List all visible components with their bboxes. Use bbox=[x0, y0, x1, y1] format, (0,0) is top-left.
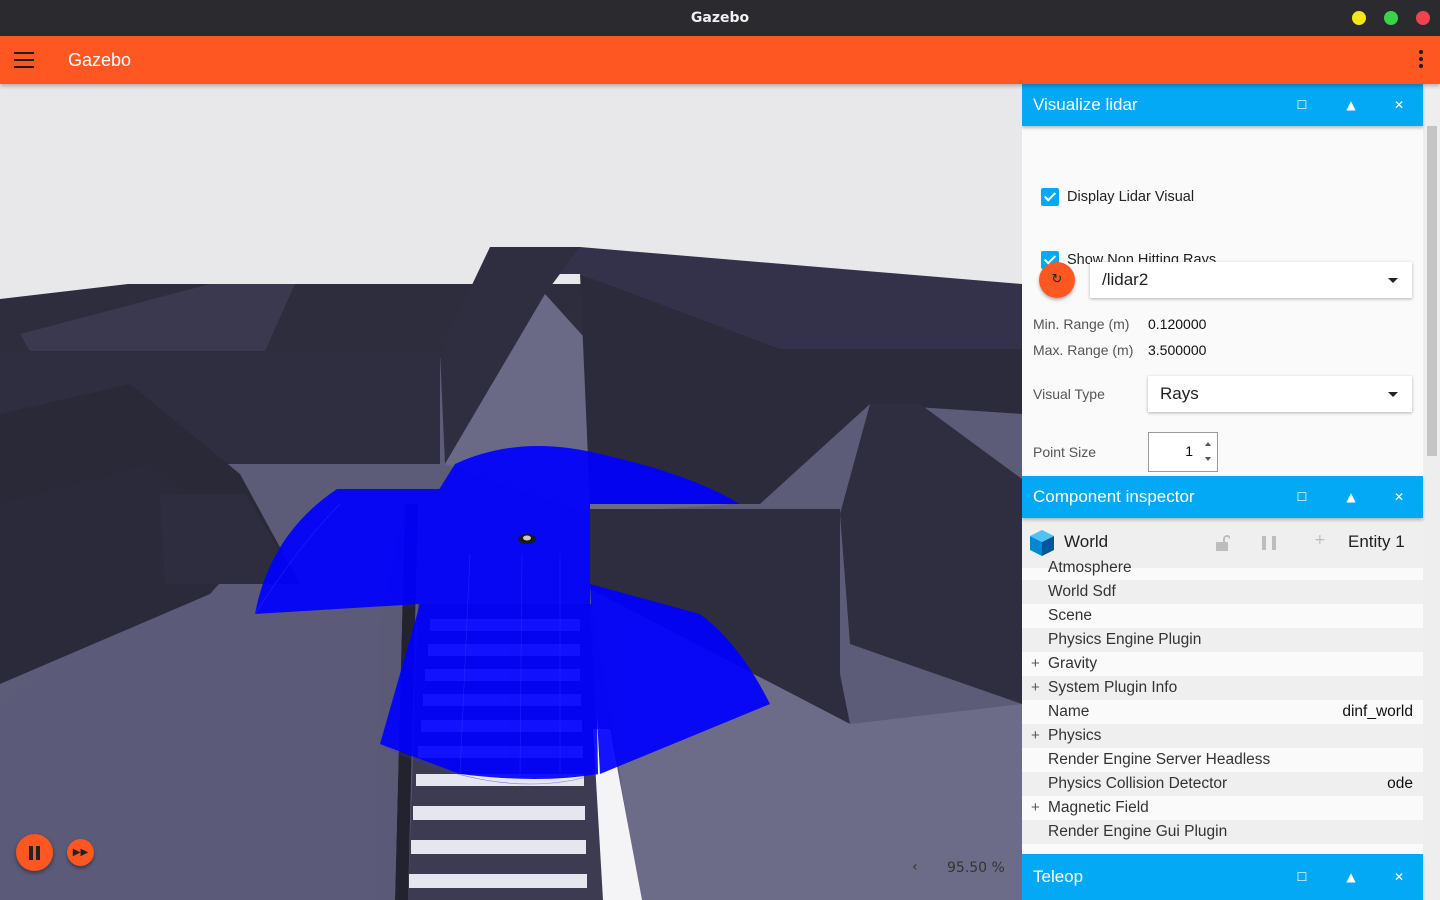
chevron-down-icon bbox=[1388, 278, 1398, 283]
maximize-icon[interactable]: ☐ bbox=[1294, 489, 1310, 505]
component-row[interactable]: Physics Engine Plugin bbox=[1022, 628, 1423, 652]
more-options-icon[interactable] bbox=[1418, 50, 1424, 70]
component-row[interactable]: Name dinf_world bbox=[1022, 700, 1423, 724]
scene-render[interactable] bbox=[0, 84, 1022, 900]
max-range-label: Max. Range (m) bbox=[1033, 342, 1134, 358]
component-inspector-title: Component inspector bbox=[1033, 487, 1195, 506]
component-name: Physics Collision Detector bbox=[1048, 775, 1228, 792]
rtf-collapse-arrow[interactable]: ‹ bbox=[912, 859, 918, 875]
close-window-button[interactable] bbox=[1416, 11, 1430, 25]
visual-type-value: Rays bbox=[1160, 384, 1199, 403]
visualize-lidar-header: Visualize lidar ☐ ▲ ✕ bbox=[1022, 84, 1423, 126]
component-row[interactable]: Atmosphere bbox=[1022, 556, 1423, 580]
component-name: Physics bbox=[1048, 727, 1102, 744]
component-name: Atmosphere bbox=[1048, 559, 1132, 576]
hamburger-menu-icon[interactable] bbox=[14, 52, 34, 68]
component-row[interactable]: Scene bbox=[1022, 604, 1423, 628]
world-label: World bbox=[1064, 532, 1109, 551]
component-name: World Sdf bbox=[1048, 583, 1116, 600]
minimize-button[interactable] bbox=[1352, 11, 1366, 25]
spin-down-icon[interactable] bbox=[1205, 457, 1211, 461]
app-title: Gazebo bbox=[68, 50, 132, 70]
component-value: ode bbox=[1387, 775, 1413, 792]
teleop-header: Teleop ☐ ▲ ✕ bbox=[1022, 854, 1423, 900]
component-name: Name bbox=[1048, 703, 1090, 720]
unlock-icon[interactable] bbox=[1214, 534, 1230, 552]
lidar-topic-dropdown[interactable]: /lidar2 bbox=[1090, 262, 1412, 298]
window-title: Gazebo bbox=[690, 10, 750, 26]
component-row[interactable]: + Gravity bbox=[1022, 652, 1423, 676]
component-row[interactable]: Physics Collision Detector ode bbox=[1022, 772, 1423, 796]
refresh-topics-button[interactable]: ↻ bbox=[1039, 262, 1075, 298]
component-row[interactable]: + Magnetic Field bbox=[1022, 796, 1423, 820]
checkbox-checked[interactable] bbox=[1041, 188, 1059, 206]
component-row[interactable]: + System Plugin Info bbox=[1022, 676, 1423, 700]
scrollbar-thumb[interactable] bbox=[1427, 126, 1437, 456]
collapse-icon[interactable]: ▲ bbox=[1343, 97, 1359, 113]
close-icon[interactable]: ✕ bbox=[1391, 97, 1407, 113]
visual-type-label: Visual Type bbox=[1033, 386, 1105, 402]
min-range-value: 0.120000 bbox=[1148, 316, 1207, 332]
component-name: Render Engine Server Headless bbox=[1048, 751, 1271, 768]
maximize-button[interactable] bbox=[1384, 11, 1398, 25]
close-icon[interactable]: ✕ bbox=[1391, 869, 1407, 885]
component-name: Render Engine Gui Plugin bbox=[1048, 823, 1228, 840]
right-dock-panel: Visualize lidar ☐ ▲ ✕ Display Lidar Visu… bbox=[1022, 84, 1440, 900]
expand-icon[interactable]: + bbox=[1031, 796, 1040, 820]
visual-type-dropdown[interactable]: Rays bbox=[1148, 376, 1412, 412]
component-row[interactable]: + Physics bbox=[1022, 724, 1423, 748]
component-name: Gravity bbox=[1048, 655, 1098, 672]
collapse-icon[interactable]: ▲ bbox=[1343, 489, 1359, 505]
lidar-panel-scrollbar[interactable] bbox=[1425, 126, 1437, 476]
app-bar: Gazebo bbox=[0, 36, 1440, 84]
component-name: Physics Engine Plugin bbox=[1048, 631, 1202, 648]
max-range-value: 3.500000 bbox=[1148, 342, 1207, 358]
cube-icon bbox=[1030, 530, 1054, 556]
point-size-spinbox[interactable]: 1 bbox=[1148, 432, 1218, 472]
teleop-title: Teleop bbox=[1033, 867, 1084, 886]
component-row[interactable]: Render Engine Gui Plugin bbox=[1022, 820, 1423, 844]
add-component-icon[interactable]: + bbox=[1314, 532, 1326, 548]
visualize-lidar-body: Display Lidar Visual Show Non Hitting Ra… bbox=[1022, 126, 1423, 476]
visualize-lidar-title: Visualize lidar bbox=[1033, 95, 1138, 114]
spin-up-icon[interactable] bbox=[1205, 442, 1211, 446]
component-name: Scene bbox=[1048, 607, 1092, 624]
pause-simulation-button[interactable] bbox=[16, 834, 53, 871]
pause-updates-icon[interactable] bbox=[1262, 535, 1282, 554]
component-inspector-header: Component inspector ☐ ▲ ✕ bbox=[1022, 476, 1423, 518]
maximize-icon[interactable]: ☐ bbox=[1294, 869, 1310, 885]
component-row[interactable]: World Sdf bbox=[1022, 580, 1423, 604]
expand-icon[interactable]: + bbox=[1031, 724, 1040, 748]
chevron-down-icon bbox=[1388, 392, 1398, 397]
expand-icon[interactable]: + bbox=[1031, 652, 1040, 676]
min-range-label: Min. Range (m) bbox=[1033, 316, 1130, 332]
point-size-value: 1 bbox=[1185, 443, 1193, 459]
maximize-icon[interactable]: ☐ bbox=[1294, 97, 1310, 113]
display-lidar-visual-label: Display Lidar Visual bbox=[1067, 189, 1195, 205]
collapse-icon[interactable]: ▲ bbox=[1343, 869, 1359, 885]
3d-viewport[interactable]: ▶▶ ‹ 95.50 % bbox=[0, 84, 1022, 900]
close-icon[interactable]: ✕ bbox=[1391, 489, 1407, 505]
component-value: dinf_world bbox=[1342, 703, 1413, 720]
real-time-factor: 95.50 % bbox=[947, 860, 1005, 876]
entity-id-label: Entity 1 bbox=[1348, 532, 1405, 551]
point-size-label: Point Size bbox=[1033, 444, 1097, 460]
step-forward-button[interactable]: ▶▶ bbox=[67, 839, 94, 866]
expand-icon[interactable]: + bbox=[1031, 676, 1040, 700]
os-titlebar: Gazebo bbox=[0, 0, 1440, 36]
component-name: System Plugin Info bbox=[1048, 679, 1178, 696]
component-row[interactable]: Render Engine Server Headless bbox=[1022, 748, 1423, 772]
component-name: Magnetic Field bbox=[1048, 799, 1149, 816]
lidar-topic-value: /lidar2 bbox=[1102, 270, 1149, 289]
component-inspector-body: World + Entity 1 Atmosphere World Sdf Sc… bbox=[1022, 518, 1423, 854]
